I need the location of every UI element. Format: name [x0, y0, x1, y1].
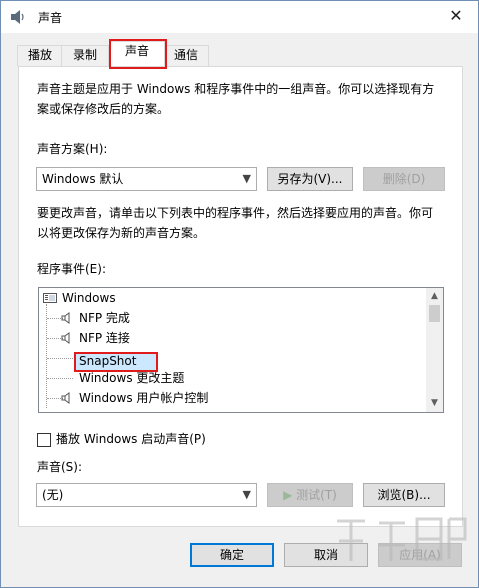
site-watermark-logo: [337, 517, 467, 561]
tab-highlight-box: [109, 39, 167, 69]
speaker-icon: [61, 312, 70, 324]
tab-recording[interactable]: 录制: [61, 45, 109, 66]
sound-label: 声音(S):: [37, 460, 83, 474]
test-button-label: 测试(T): [296, 488, 337, 502]
tree-line: [47, 378, 73, 379]
scheme-value: Windows 默认: [42, 172, 124, 186]
speaker-icon: [61, 392, 70, 404]
description-line-1: 声音主题是应用于 Windows 和程序事件中的一组声音。你可以选择现有方: [37, 82, 435, 96]
program-events-list[interactable]: Windows NFP 完成 NFP 连接 SnapShot Windows 更…: [38, 287, 444, 413]
sound-scheme-select[interactable]: Windows 默认 ▼: [36, 167, 257, 191]
speaker-app-icon: [11, 10, 24, 24]
close-icon[interactable]: ✕: [441, 5, 471, 29]
scroll-thumb[interactable]: [429, 305, 440, 322]
speaker-icon: [61, 332, 70, 344]
scheme-label: 声音方案(H):: [37, 142, 108, 156]
list-item-label: NFP 完成: [79, 311, 130, 325]
sound-value: (无): [42, 488, 64, 502]
scroll-up-icon[interactable]: ▲: [426, 288, 443, 305]
instructions-line-2: 以将更改保存为新的声音方案。: [37, 226, 206, 240]
selection-highlight-box: [74, 352, 158, 372]
tab-communications[interactable]: 通信: [163, 45, 209, 66]
startup-sound-checkbox[interactable]: [37, 433, 51, 447]
instructions-line-1: 要更改声音，请单击以下列表中的程序事件，然后选择要应用的声音。你可: [37, 206, 434, 220]
window-icon: [43, 293, 57, 303]
tab-playback[interactable]: 播放: [17, 45, 63, 66]
tree-line: [47, 358, 73, 359]
list-scrollbar[interactable]: ▲ ▼: [426, 288, 443, 412]
title-bar: 声音 ✕: [1, 1, 478, 33]
chevron-down-icon: ▼: [242, 172, 251, 185]
sound-select[interactable]: (无) ▼: [36, 483, 257, 507]
ok-button[interactable]: 确定: [190, 543, 274, 567]
delete-button[interactable]: 删除(D): [363, 167, 445, 191]
chevron-down-icon: ▼: [242, 488, 251, 501]
play-icon: ▶: [283, 488, 297, 502]
sound-dialog: 声音 ✕ 播放 录制 声音 通信 .window .tab { top: 44p…: [0, 0, 479, 588]
save-as-button[interactable]: 另存为(V)...: [267, 167, 353, 191]
startup-sound-label[interactable]: 播放 Windows 启动声音(P): [56, 429, 206, 449]
scroll-down-icon[interactable]: ▼: [426, 395, 443, 412]
list-item-label: Windows 更改主题: [79, 371, 185, 385]
window-title: 声音: [38, 11, 63, 25]
sounds-panel: 声音主题是应用于 Windows 和程序事件中的一组声音。你可以选择现有方 案或…: [18, 66, 463, 527]
list-item-label: Windows 用户帐户控制: [79, 391, 209, 405]
program-events-label: 程序事件(E):: [37, 262, 106, 276]
tree-line: [46, 304, 47, 408]
description-line-2: 案或保存修改后的方案。: [37, 102, 170, 116]
list-item-label: NFP 连接: [79, 331, 130, 345]
list-item-label: Windows: [62, 291, 116, 305]
